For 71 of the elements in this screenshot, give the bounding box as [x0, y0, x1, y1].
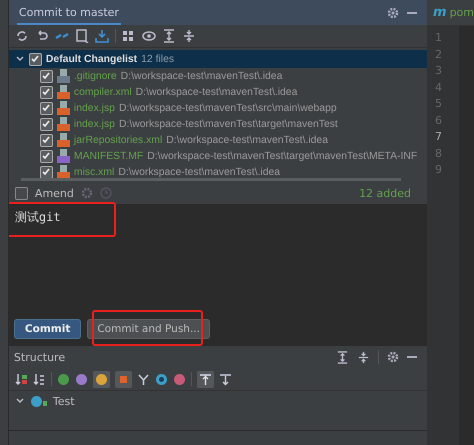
checkmark-icon — [41, 151, 52, 161]
checkbox[interactable] — [40, 118, 53, 130]
autoscroll-from-source-icon[interactable] — [218, 372, 232, 386]
circle-icon[interactable] — [154, 372, 168, 386]
download-icon[interactable] — [94, 29, 109, 43]
file-icon — [56, 69, 70, 83]
file-name[interactable]: MANIFEST.MF — [74, 150, 144, 162]
file-name[interactable]: jarRepositories.xml — [74, 134, 162, 146]
file-icon — [56, 133, 70, 147]
checkbox[interactable] — [40, 70, 53, 82]
checkmark-icon — [41, 103, 52, 113]
file-name[interactable]: .gitignore — [74, 70, 117, 82]
file-icon — [56, 117, 70, 131]
checkmark-icon — [41, 119, 52, 129]
checkmark-icon — [41, 135, 52, 145]
commit-message-field[interactable]: 测试git — [8, 205, 428, 313]
branch-icon[interactable] — [136, 372, 150, 386]
checkbox[interactable] — [40, 86, 53, 98]
checkbox[interactable] — [28, 52, 42, 66]
autoscroll-to-source-icon[interactable] — [198, 372, 212, 386]
class-name[interactable]: Test — [52, 394, 75, 408]
collapse-all-icon[interactable] — [182, 29, 196, 43]
checkmark-icon — [41, 167, 52, 177]
circle-icon[interactable] — [94, 372, 108, 386]
commit-and-push-button[interactable]: Commit and Push... — [87, 319, 210, 339]
file-icon — [56, 149, 70, 163]
sort-icon[interactable] — [14, 372, 28, 386]
file-name[interactable]: compiler.xml — [74, 86, 132, 98]
expand-all-icon[interactable] — [162, 29, 176, 43]
grid-icon[interactable] — [122, 29, 136, 43]
checkbox[interactable] — [40, 150, 53, 162]
class-icon — [30, 394, 48, 408]
file-path: D:\workspace-test\mavenTest\.idea — [118, 166, 280, 178]
file-name[interactable]: index.jsp — [74, 102, 115, 114]
file-path: D:\workspace-test\mavenTest\target\mavenTest\META-INF — [147, 150, 418, 162]
changelist-name: Default Changelist — [46, 54, 138, 64]
file-count: 12 files — [141, 54, 174, 64]
sort-alphabetically-icon[interactable] — [32, 372, 46, 386]
amend-checkbox[interactable] — [14, 186, 28, 200]
file-name[interactable]: misc.xml — [74, 166, 114, 178]
file-icon — [56, 101, 70, 115]
panel-title: Structure — [14, 350, 66, 364]
added-count: 12 added — [359, 186, 412, 200]
checkbox[interactable] — [40, 102, 53, 114]
checkmark-icon — [41, 71, 52, 81]
collapse-all-icon[interactable] — [357, 350, 370, 364]
circle-icon[interactable] — [56, 372, 70, 386]
amend-label[interactable]: Amend — [34, 186, 74, 200]
line-number: 7 — [435, 130, 444, 145]
file-path: D:\workspace-test\mavenTest\.idea — [166, 134, 328, 146]
editor-tab[interactable]: pom — [450, 6, 474, 19]
expand-all-icon[interactable] — [336, 350, 350, 364]
settings-icon[interactable] — [387, 6, 400, 18]
file-icon — [56, 85, 70, 99]
circle-icon[interactable] — [74, 372, 88, 386]
checkmark-icon — [41, 87, 52, 97]
checkbox[interactable] — [40, 134, 53, 146]
file-icon — [56, 165, 70, 179]
maven-icon[interactable]: m — [433, 5, 447, 20]
eye-icon[interactable] — [142, 29, 156, 43]
file-path: D:\workspace-test\mavenTest\.idea — [136, 86, 298, 98]
refresh-icon[interactable] — [14, 29, 29, 43]
file-path: D:\workspace-test\mavenTest\target\mavenTest — [118, 118, 338, 130]
checkmark-icon — [30, 54, 40, 64]
document-icon[interactable] — [74, 29, 89, 43]
file-path: D:\workspace-test\mavenTest\.idea — [120, 70, 282, 82]
file-path: D:\workspace-test\mavenTest\src\main\webapp — [118, 102, 337, 114]
file-name[interactable]: index.jsp — [74, 118, 115, 130]
checkbox[interactable] — [40, 166, 53, 178]
commit-button[interactable]: Commit — [14, 319, 82, 339]
settings-icon[interactable] — [387, 351, 400, 363]
